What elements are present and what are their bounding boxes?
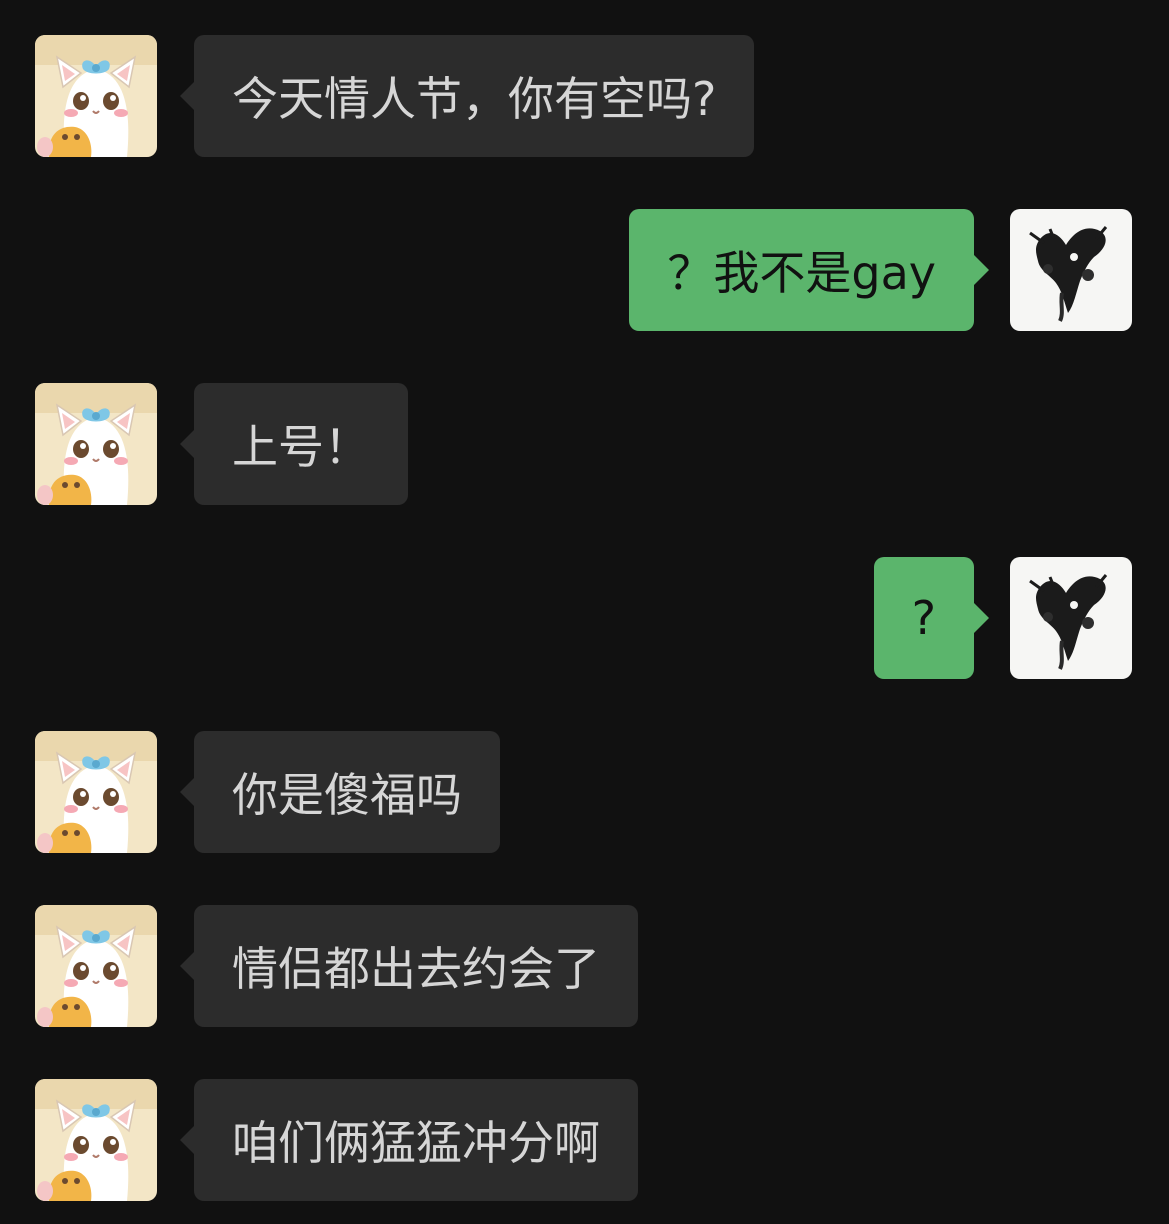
contact-avatar[interactable] <box>35 1079 157 1201</box>
ink-wash-avatar-icon <box>1010 209 1132 331</box>
cartoon-cat-avatar-icon <box>35 35 157 157</box>
chat-message-list[interactable]: 今天情人节，你有空吗? ？我不是gay 上号！ ? 你是傻福吗 情侣都出去约会了… <box>0 0 1169 1224</box>
cartoon-cat-avatar-icon <box>35 1079 157 1201</box>
bubble-tail <box>180 81 195 111</box>
message-bubble[interactable]: ? <box>873 557 974 679</box>
ink-wash-avatar-icon <box>1010 557 1132 679</box>
incoming-message: 上号！ <box>0 383 1169 507</box>
bubble-tail <box>180 1125 195 1155</box>
outgoing-message: ？我不是gay <box>0 209 1169 333</box>
cartoon-cat-avatar-icon <box>35 905 157 1027</box>
self-avatar[interactable] <box>1010 209 1132 331</box>
cartoon-cat-avatar-icon <box>35 383 157 505</box>
message-bubble[interactable]: 你是傻福吗 <box>194 731 500 853</box>
bubble-tail <box>180 777 195 807</box>
contact-avatar[interactable] <box>35 35 157 157</box>
bubble-tail <box>974 603 989 633</box>
incoming-message: 今天情人节，你有空吗? <box>0 35 1169 159</box>
contact-avatar[interactable] <box>35 383 157 505</box>
message-bubble[interactable]: ？我不是gay <box>629 209 974 331</box>
message-bubble[interactable]: 今天情人节，你有空吗? <box>194 35 755 157</box>
cartoon-cat-avatar-icon <box>35 731 157 853</box>
message-bubble[interactable]: 情侣都出去约会了 <box>194 905 638 1027</box>
message-bubble[interactable]: 上号！ <box>194 383 408 505</box>
bubble-tail <box>180 429 195 459</box>
self-avatar[interactable] <box>1010 557 1132 679</box>
outgoing-message: ? <box>0 557 1169 681</box>
incoming-message: 你是傻福吗 <box>0 731 1169 855</box>
bubble-tail <box>180 951 195 981</box>
bubble-tail <box>974 255 989 285</box>
contact-avatar[interactable] <box>35 905 157 1027</box>
message-bubble[interactable]: 咱们俩猛猛冲分啊 <box>194 1079 638 1201</box>
incoming-message: 咱们俩猛猛冲分啊 <box>0 1079 1169 1203</box>
contact-avatar[interactable] <box>35 731 157 853</box>
incoming-message: 情侣都出去约会了 <box>0 905 1169 1029</box>
